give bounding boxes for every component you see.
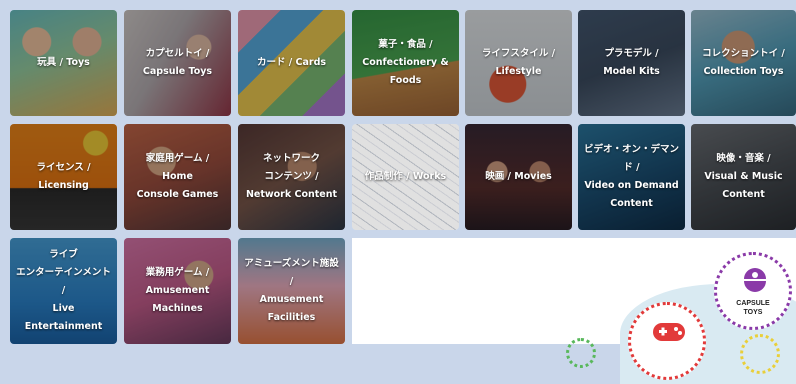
tile-label: カード / Cards (256, 57, 327, 68)
tile-model-kits[interactable]: プラモデル / Model Kits (578, 10, 685, 116)
tile-collection-toys[interactable]: コレクショントイ / Collection Toys (691, 10, 796, 116)
tile-cards[interactable]: カード / Cards (238, 10, 345, 116)
decorative-green-circle (566, 338, 596, 368)
tile-works[interactable]: 作品制作 / Works (352, 124, 459, 230)
tile-video-on-demand[interactable]: ビデオ・オン・デマンド / Video on Demand Content (578, 124, 685, 230)
tile-label: 業務用ゲーム / Amusement Machines (145, 267, 210, 314)
tile-confectionery-foods[interactable]: 菓子・食品 / Confectionery & Foods (352, 10, 459, 116)
games-badge[interactable] (628, 302, 706, 380)
tile-network-content[interactable]: ネットワーク コンテンツ / Network Content (238, 124, 345, 230)
tile-amusement-facilities[interactable]: アミューズメント施設 / Amusement Facilities (238, 238, 345, 344)
tile-label: ビデオ・オン・デマンド / Video on Demand Content (583, 144, 679, 209)
tile-label: 家庭用ゲーム / Home Console Games (136, 153, 219, 200)
tile-label: アミューズメント施設 / Amusement Facilities (244, 258, 339, 323)
tile-lifestyle[interactable]: ライフスタイル / Lifestyle (465, 10, 572, 116)
tile-toys[interactable]: 玩具 / Toys (10, 10, 117, 116)
decorative-yellow-circle (740, 334, 780, 374)
tile-label: カプセルトイ / Capsule Toys (142, 48, 213, 77)
tile-label: プラモデル / Model Kits (603, 48, 660, 77)
tile-capsule-toys[interactable]: カプセルトイ / Capsule Toys (124, 10, 231, 116)
tile-label: 作品制作 / Works (364, 171, 447, 182)
tile-label: コレクショントイ / Collection Toys (702, 48, 785, 77)
tile-movies[interactable]: 映画 / Movies (465, 124, 572, 230)
tile-label: ネットワーク コンテンツ / Network Content (245, 153, 338, 200)
tile-label: ライフスタイル / Lifestyle (481, 48, 556, 77)
capsule-toys-badge[interactable]: CAPSULE TOYS (714, 252, 792, 330)
tile-visual-music-content[interactable]: 映像・音楽 / Visual & Music Content (691, 124, 796, 230)
tile-label: ライセンス / Licensing (36, 162, 91, 191)
tile-licensing[interactable]: ライセンス / Licensing (10, 124, 117, 230)
gamepad-icon (653, 323, 685, 341)
tile-amusement-machines[interactable]: 業務用ゲーム / Amusement Machines (124, 238, 231, 344)
capsule-icon (744, 268, 766, 292)
tile-label: ライブ エンターテインメント / Live Entertainment (16, 249, 111, 332)
tile-label: 映画 / Movies (485, 171, 552, 182)
tile-home-console-games[interactable]: 家庭用ゲーム / Home Console Games (124, 124, 231, 230)
tile-live-entertainment[interactable]: ライブ エンターテインメント / Live Entertainment (10, 238, 117, 344)
tile-label: 菓子・食品 / Confectionery & Foods (362, 39, 449, 86)
tile-label: 映像・音楽 / Visual & Music Content (704, 153, 783, 200)
capsule-toys-badge-label: CAPSULE TOYS (736, 300, 770, 316)
tile-label: 玩具 / Toys (37, 57, 90, 68)
